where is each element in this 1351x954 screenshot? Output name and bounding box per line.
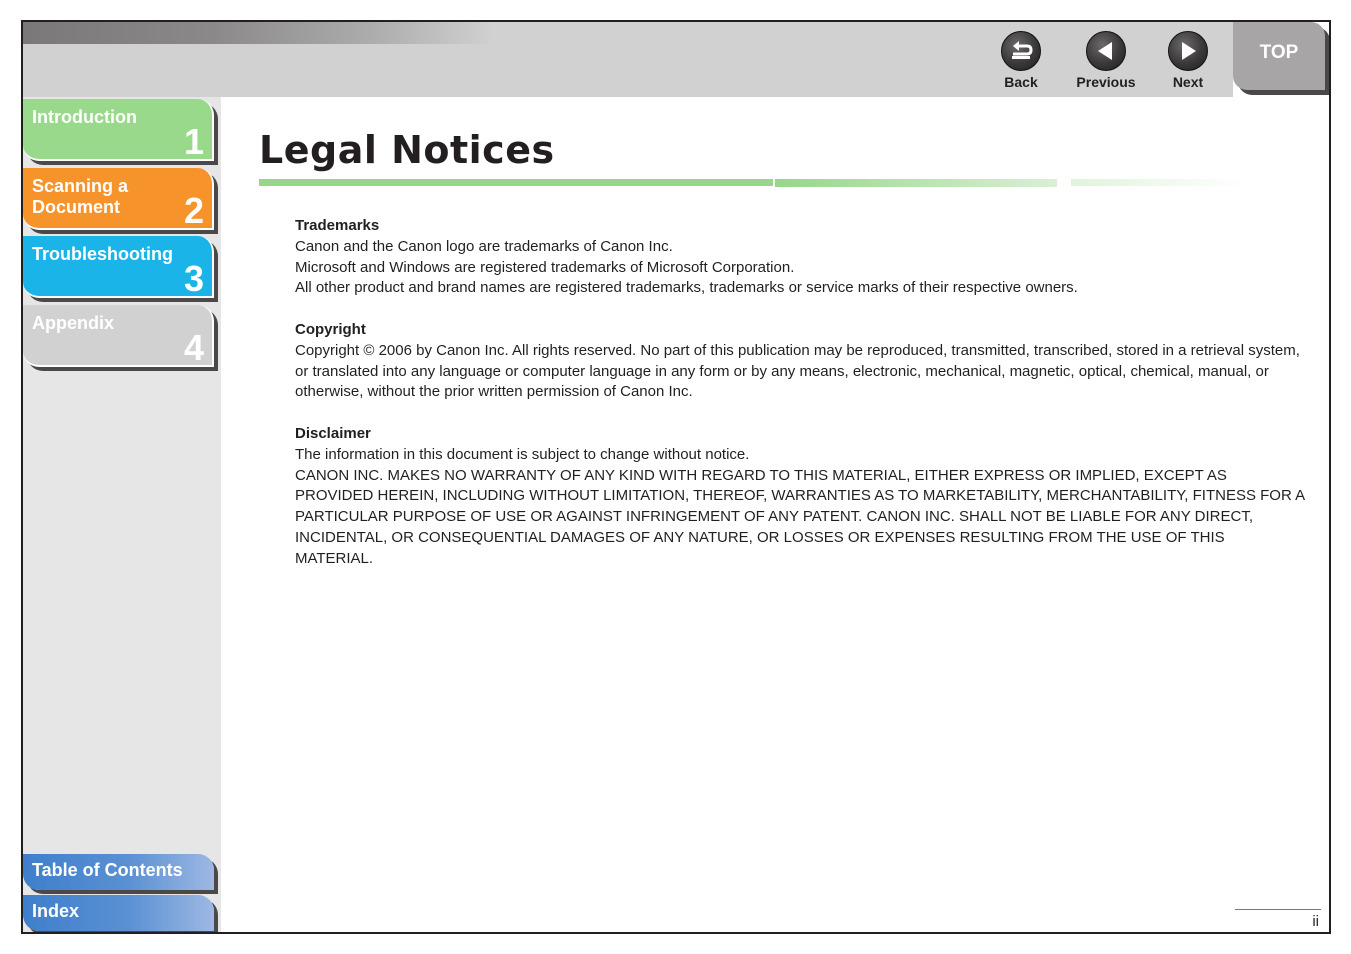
tab-number: 4 [183,327,204,368]
title-underline [259,179,773,186]
index-label: Index [32,901,80,921]
sidebar-tab-appendix[interactable]: Appendix 4 [23,305,214,368]
paragraph: CANON INC. MAKES NO WARRANTY OF ANY KIND… [295,466,1305,567]
trademarks-section: Trademarks Canon and the Canon logo are … [295,216,1305,299]
manual-page-frame: Back Previous Next TOP Introduction 1 Sc… [21,20,1331,934]
table-of-contents-button[interactable]: Table of Contents [23,854,214,890]
section-heading: Trademarks [295,217,380,234]
disclaimer-section: Disclaimer The information in this docum… [295,424,1305,570]
title-underline-tail [1071,179,1247,186]
section-heading: Disclaimer [295,424,371,442]
sidebar-tab-introduction[interactable]: Introduction 1 [23,99,214,162]
table-of-contents-label: Table of Contents [32,860,183,880]
tab-label: Scanning a Document [32,176,129,217]
sidebar-tab-troubleshooting[interactable]: Troubleshooting 3 [23,236,214,299]
paragraph: Copyright © 2006 by Canon Inc. All right… [295,341,1300,401]
copyright-section: Copyright Copyright © 2006 by Canon Inc.… [295,320,1305,403]
tab-number: 1 [183,121,204,162]
paragraph: Canon and the Canon logo are trademarks … [295,237,673,255]
page-number-rule [1235,909,1321,910]
page-title: Legal Notices [259,128,555,172]
tab-label: Appendix [32,313,115,333]
index-button[interactable]: Index [23,895,214,931]
tab-number: 2 [183,190,204,231]
sidebar-tab-scanning-a-document[interactable]: Scanning a Document 2 [23,168,214,231]
tab-label: Introduction [32,107,137,127]
tab-number: 3 [183,258,204,299]
legal-notices-body: Trademarks Canon and the Canon logo are … [295,216,1305,590]
paragraph: Microsoft and Windows are registered tra… [295,258,795,276]
tab-label: Troubleshooting [32,244,173,264]
paragraph: All other product and brand names are re… [295,279,1078,297]
section-heading: Copyright [295,320,366,338]
paragraph: The information in this document is subj… [295,445,750,463]
title-underline-fade [775,179,1057,187]
sidebar: Introduction 1 Scanning a Document 2 Tro… [23,97,221,932]
main-content: Legal Notices Trademarks Canon and the C… [259,22,1329,932]
page-number: ii [1312,913,1319,930]
